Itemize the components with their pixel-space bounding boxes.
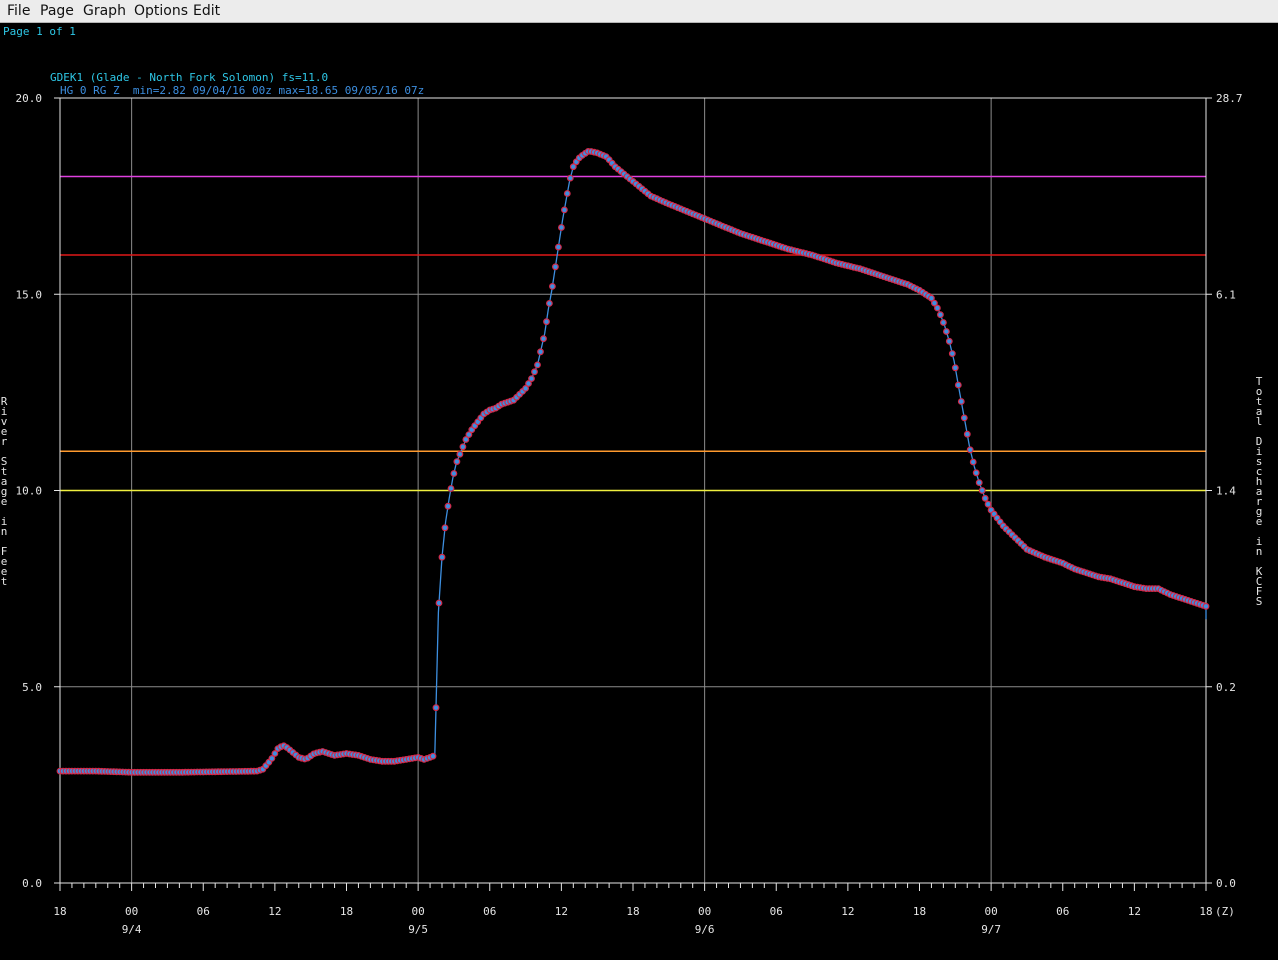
- data-point: [432, 704, 440, 712]
- y2-tick-label: 1.4: [1216, 485, 1236, 498]
- data-point: [954, 381, 962, 389]
- x-tick-label: 18: [53, 905, 66, 918]
- series-markers: [56, 147, 1210, 776]
- data-point: [960, 414, 968, 422]
- right-axis: 0.0 0.2 1.4 6.1 28.7: [1206, 92, 1243, 890]
- x-tick-label: 18: [913, 905, 926, 918]
- left-axis: 0.0 5.0 10.0 15.0 20.0: [16, 92, 60, 890]
- data-point: [528, 375, 535, 383]
- data-point: [945, 337, 953, 345]
- data-point: [456, 450, 464, 458]
- left-axis-label: River Stage in Feet: [1, 395, 8, 588]
- x-tick-label: 00: [698, 905, 711, 918]
- data-point: [447, 485, 455, 492]
- y-axis-label: River Stage in Feet: [1, 395, 8, 588]
- x-tick-label: 06: [1056, 905, 1069, 918]
- data-point: [566, 174, 574, 182]
- x-tick-label: 12: [1128, 905, 1141, 918]
- x-tick-label: 12: [555, 905, 568, 918]
- x-date-label: 9/6: [695, 923, 715, 936]
- data-point: [1202, 602, 1210, 610]
- data-point: [444, 502, 452, 510]
- data-point: [549, 283, 556, 290]
- data-point: [951, 364, 959, 372]
- data-point: [937, 311, 944, 319]
- x-tick-label: 06: [197, 905, 210, 918]
- y-tick-label: 10.0: [16, 485, 43, 498]
- series-line: [60, 150, 1207, 773]
- y2-tick-label: 0.2: [1216, 681, 1236, 694]
- data-point: [450, 470, 458, 477]
- x-tick-label: 06: [770, 905, 783, 918]
- x-tick-label: 18: [340, 905, 353, 918]
- data-point: [963, 430, 971, 438]
- data-point: [438, 553, 446, 561]
- y2-tick-label: 0.0: [1216, 877, 1236, 890]
- data-point: [563, 190, 571, 197]
- y-tick-label: 20.0: [16, 92, 43, 105]
- right-axis-label: Total Discharge in KCFS: [1256, 375, 1263, 608]
- data-point: [543, 318, 550, 326]
- y-tick-label: 0.0: [22, 877, 42, 890]
- data-point: [552, 263, 559, 271]
- data-point: [966, 446, 974, 454]
- data-point: [459, 443, 467, 451]
- y-tick-label: 5.0: [22, 681, 42, 694]
- x-date-label: 9/4: [122, 923, 142, 936]
- x-axis: 18 00 06 12 18 00 06 12 18 00 06 12 18 00 06 12 18 (Z)9/4…: [53, 883, 1235, 936]
- data-point: [561, 206, 568, 214]
- data-point: [972, 469, 980, 477]
- y-tick-label: 15.0: [16, 288, 43, 301]
- data-point: [540, 335, 547, 343]
- y2-axis-label: Total Discharge in KCFS: [1256, 375, 1263, 608]
- data-point: [984, 500, 992, 508]
- data-point: [975, 479, 983, 487]
- x-tick-label: 18: [1199, 905, 1212, 918]
- data-point: [537, 348, 544, 356]
- hydrograph-chart: GDEK1 (Glade - North Fork Solomon) fs=11…: [1, 71, 1263, 936]
- x-tick-label: 06: [483, 905, 496, 918]
- data-point: [429, 752, 437, 760]
- chart-title: GDEK1 (Glade - North Fork Solomon) fs=11…: [50, 71, 328, 84]
- x-tick-label: 00: [985, 905, 998, 918]
- x-tick-label: 12: [841, 905, 854, 918]
- x-unit-label: (Z): [1215, 905, 1235, 918]
- threshold-lines: [60, 175, 1206, 492]
- data-point: [531, 368, 538, 376]
- x-date-label: 9/7: [981, 923, 1001, 936]
- x-tick-label: 12: [268, 905, 281, 918]
- data-point: [969, 458, 977, 466]
- data-point: [546, 300, 553, 307]
- data-point: [453, 458, 461, 466]
- x-tick-label: 00: [412, 905, 425, 918]
- x-date-label: 9/5: [408, 923, 428, 936]
- data-point: [940, 319, 947, 326]
- data-point: [558, 224, 565, 231]
- data-point: [441, 524, 449, 532]
- chart-subtitle: HG 0 RG Z min=2.82 09/04/16 00z max=18.6…: [60, 84, 424, 97]
- x-tick-label: 18: [626, 905, 639, 918]
- data-point: [957, 398, 965, 405]
- y2-tick-label: 28.7: [1216, 92, 1243, 105]
- x-tick-label: 00: [125, 905, 138, 918]
- data-point: [934, 304, 941, 312]
- data-point: [981, 494, 989, 502]
- data-point: [948, 350, 956, 358]
- data-point: [978, 487, 986, 494]
- data-point: [435, 599, 443, 607]
- data-point: [555, 243, 562, 251]
- y2-tick-label: 6.1: [1216, 288, 1236, 301]
- data-point: [534, 361, 541, 369]
- data-point: [943, 328, 950, 335]
